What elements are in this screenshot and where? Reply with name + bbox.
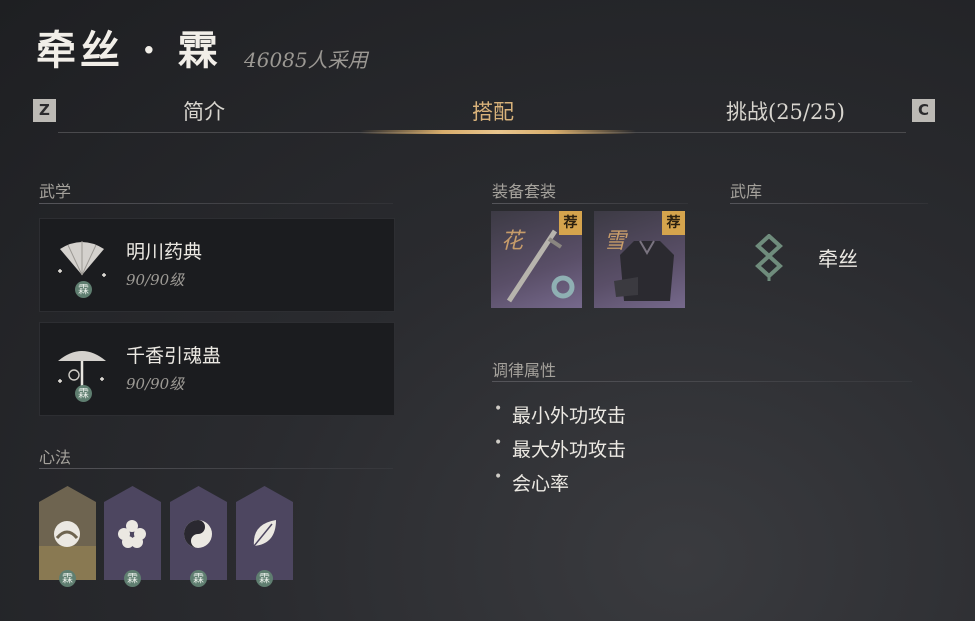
thread-weapon-icon[interactable] xyxy=(754,234,784,282)
page-title: 牵丝 · 霖 xyxy=(36,27,222,74)
active-tab-indicator xyxy=(360,130,636,134)
skill-card[interactable]: 霖 明川药典 90/90级 xyxy=(39,218,395,312)
martial-divider xyxy=(39,203,393,204)
attributes-divider xyxy=(492,381,912,382)
martial-section-title: 武学 xyxy=(39,182,72,201)
mind-art-slot[interactable]: 霖 xyxy=(236,486,293,587)
skill-name: 明川药典 xyxy=(126,241,203,263)
skill-level: 90/90级 xyxy=(126,375,185,393)
prev-tab-key[interactable]: Z xyxy=(33,99,56,122)
tab-intro[interactable]: 简介 xyxy=(183,96,225,126)
tab-loadout[interactable]: 搭配 xyxy=(472,96,514,126)
set-name-char: 雪 xyxy=(604,229,627,254)
yin-yang-icon xyxy=(170,486,227,580)
armory-divider xyxy=(730,203,928,204)
equipment-set-card[interactable]: 雪 荐 xyxy=(594,211,685,308)
mind-section-title: 心法 xyxy=(39,448,72,467)
next-tab-key[interactable]: C xyxy=(912,99,935,122)
mind-art-badge: 霖 xyxy=(124,570,141,587)
attribute-item: 最小外功攻击 xyxy=(494,401,626,428)
equipment-section-title: 装备套装 xyxy=(492,182,557,201)
recommended-tag: 荐 xyxy=(559,211,582,235)
attribute-item: 会心率 xyxy=(494,469,569,496)
leaf-icon xyxy=(236,486,293,580)
armory-section-title: 武库 xyxy=(730,182,763,201)
wave-icon xyxy=(39,486,96,580)
skill-level: 90/90级 xyxy=(126,271,185,289)
set-name-char: 花 xyxy=(501,229,524,254)
recommended-tag: 荐 xyxy=(662,211,685,235)
mind-art-slot[interactable]: 霖 xyxy=(170,486,227,587)
equipment-set-card[interactable]: 花 荐 xyxy=(491,211,582,308)
adoption-count: 46085人采用 xyxy=(244,48,368,72)
skill-name: 千香引魂蛊 xyxy=(126,345,222,367)
equipment-divider xyxy=(492,203,688,204)
skill-badge: 霖 xyxy=(75,281,92,298)
weapon-name[interactable]: 牵丝 xyxy=(818,243,858,272)
mind-art-slot[interactable]: 霖 xyxy=(104,486,161,587)
mind-art-badge: 霖 xyxy=(256,570,273,587)
mind-divider xyxy=(39,468,393,469)
mind-art-slot[interactable]: 霖 xyxy=(39,486,96,587)
skill-badge: 霖 xyxy=(75,385,92,402)
mind-art-badge: 霖 xyxy=(190,570,207,587)
flower-icon xyxy=(104,486,161,580)
skill-card[interactable]: 霖 千香引魂蛊 90/90级 xyxy=(39,322,395,416)
tab-challenge[interactable]: 挑战(25/25) xyxy=(726,96,845,126)
attribute-item: 最大外功攻击 xyxy=(494,435,626,462)
attributes-section-title: 调律属性 xyxy=(492,361,557,380)
mind-art-badge: 霖 xyxy=(59,570,76,587)
